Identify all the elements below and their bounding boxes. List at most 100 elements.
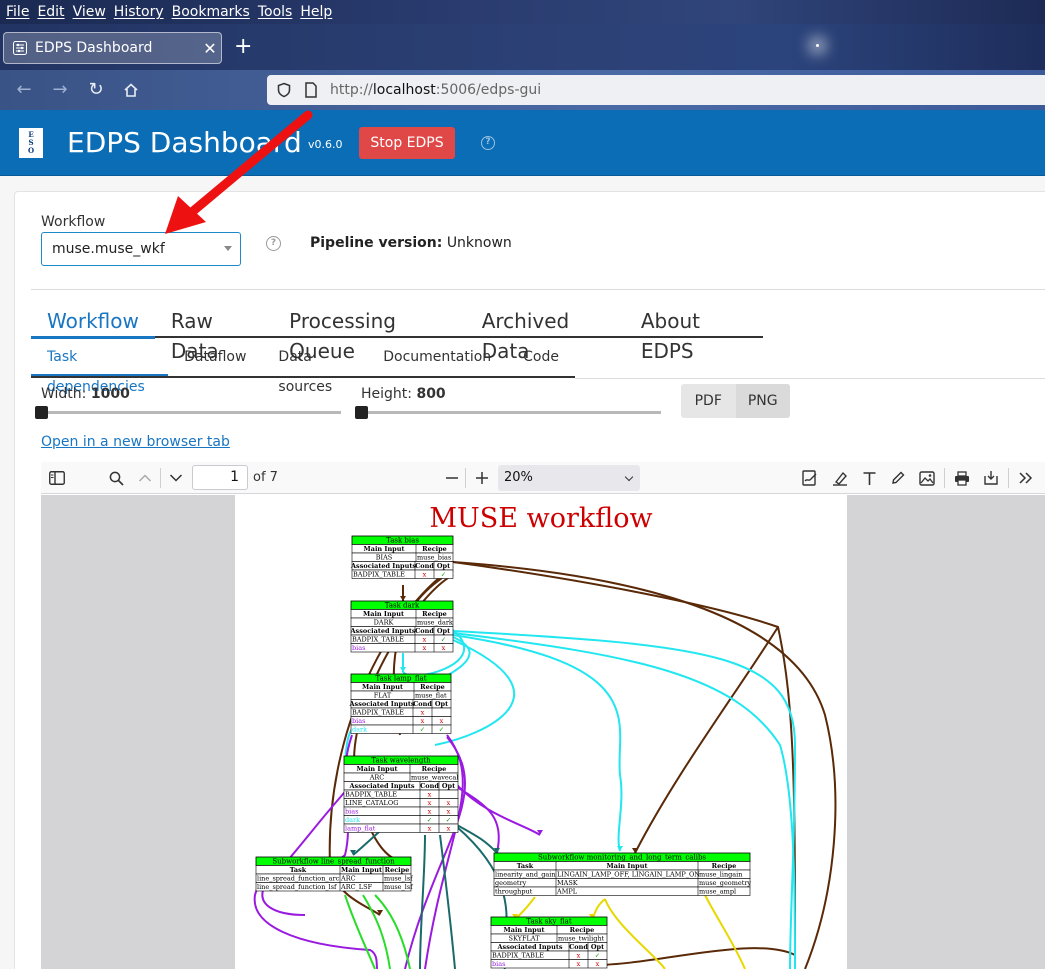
table-cell: muse_wavecal bbox=[411, 774, 458, 782]
browser-tab[interactable]: EDPS Dashboard ✕ bbox=[3, 32, 222, 64]
tab-raw-data[interactable]: Raw Data bbox=[155, 306, 273, 363]
table-cell: x bbox=[423, 644, 427, 652]
table-row bbox=[343, 815, 459, 825]
height-slider-thumb[interactable] bbox=[355, 406, 368, 419]
sub-tabs: Task dependencies Dataflow Data sources … bbox=[31, 342, 575, 395]
menu-tools[interactable]: Tools bbox=[254, 4, 297, 20]
toolbar-separator bbox=[944, 468, 945, 488]
table-cell: LINGAIN_LAMP_OFF, LINGAIN_LAMP_ON bbox=[557, 871, 700, 879]
diagram-edges bbox=[253, 561, 837, 969]
workflow-help-icon[interactable]: ? bbox=[266, 236, 281, 251]
new-tab-plus-icon[interactable]: + bbox=[234, 36, 252, 58]
table-cell: muse_dark bbox=[417, 619, 453, 627]
menu-edit[interactable]: Edit bbox=[33, 4, 68, 20]
table-cell: ARC_LSF bbox=[340, 883, 373, 891]
menu-bookmarks[interactable]: Bookmarks bbox=[168, 4, 254, 20]
subtab-code[interactable]: Code bbox=[507, 342, 575, 376]
zoom-out-icon[interactable] bbox=[443, 469, 461, 487]
task-node-lamp-flat: Task lamp_flatMain Input Recipe FLAT muse_f… bbox=[349, 673, 452, 734]
table-row bbox=[350, 716, 452, 726]
dependency-edge bbox=[452, 561, 796, 969]
draw-icon[interactable] bbox=[889, 469, 907, 487]
height-slider-track[interactable] bbox=[361, 411, 661, 414]
menu-view[interactable]: View bbox=[69, 4, 110, 20]
table-header-cell: Main Input bbox=[341, 866, 382, 874]
table-header-cell: Cond bbox=[420, 782, 439, 790]
previous-page-icon[interactable] bbox=[136, 469, 154, 487]
table-cell: line_spread_function_lsf bbox=[257, 883, 337, 891]
width-slider-track[interactable] bbox=[41, 411, 341, 414]
stop-edps-button[interactable]: Stop EDPS bbox=[359, 127, 455, 159]
table-cell: throughput bbox=[495, 888, 533, 896]
text-icon[interactable] bbox=[860, 469, 878, 487]
url-bar[interactable]: http://localhost:5006/edps-gui bbox=[267, 75, 1045, 105]
subtab-data-sources[interactable]: Data sources bbox=[262, 342, 367, 395]
table-header-cell: Recipe bbox=[420, 683, 445, 691]
table-cell: muse_lsf bbox=[384, 883, 413, 891]
table-cell: x bbox=[428, 825, 432, 833]
next-page-icon[interactable] bbox=[167, 469, 185, 487]
table-cell: ✓ bbox=[427, 816, 432, 824]
pdf-page: MUSE workflow Task bias Main Input Recipe B… bbox=[235, 495, 847, 969]
highlight-icon[interactable] bbox=[831, 469, 849, 487]
table-header-cell: Main Input bbox=[504, 926, 545, 934]
menu-history[interactable]: History bbox=[110, 4, 168, 20]
menu-file[interactable]: File bbox=[2, 4, 33, 20]
forward-arrow-icon[interactable]: → bbox=[48, 78, 72, 102]
width-slider-thumb[interactable] bbox=[35, 406, 48, 419]
add-image-icon[interactable] bbox=[918, 469, 936, 487]
table-header-cell: Associated Inputs bbox=[350, 562, 416, 570]
zoom-in-icon[interactable] bbox=[473, 469, 491, 487]
table-header-cell: Opt bbox=[435, 700, 448, 708]
add-signature-icon[interactable] bbox=[801, 469, 819, 487]
app-header: ESO EDPS Dashboard v0.6.0 Stop EDPS ? bbox=[0, 110, 1045, 176]
search-icon[interactable] bbox=[107, 469, 125, 487]
page-count: of 7 bbox=[253, 470, 278, 485]
png-button[interactable]: PNG bbox=[735, 384, 790, 418]
close-tab-icon[interactable]: ✕ bbox=[199, 39, 221, 58]
task-title: Task wavelength bbox=[371, 757, 431, 765]
table-cell: ✓ bbox=[441, 636, 446, 644]
diagram-title: MUSE workflow bbox=[429, 503, 652, 534]
subtab-documentation[interactable]: Documentation bbox=[367, 342, 507, 376]
tab-workflow[interactable]: Workflow bbox=[31, 306, 155, 339]
dependency-edge bbox=[634, 626, 779, 854]
more-tools-icon[interactable] bbox=[1017, 469, 1035, 487]
table-cell: linearity_and_gain bbox=[495, 871, 556, 879]
logo-text: ESO bbox=[27, 130, 35, 155]
menu-help[interactable]: Help bbox=[296, 4, 336, 20]
open-new-tab-link[interactable]: Open in a new browser tab bbox=[41, 434, 230, 450]
dependency-edge bbox=[704, 894, 746, 969]
subworkflow-title: Subworkflow monitoring_and_long_term_cal… bbox=[538, 854, 706, 862]
home-icon[interactable] bbox=[119, 78, 143, 102]
print-icon[interactable] bbox=[953, 469, 971, 487]
tab-archived-data[interactable]: Archived Data bbox=[466, 306, 625, 363]
back-arrow-icon[interactable]: ← bbox=[12, 78, 36, 102]
table-cell: LINE_CATALOG bbox=[345, 799, 398, 807]
workflow-select[interactable]: muse.muse_wkf bbox=[41, 232, 241, 266]
height-label: Height: 800 bbox=[361, 386, 446, 402]
task-title: Task bias bbox=[386, 537, 419, 545]
save-icon[interactable] bbox=[982, 469, 1000, 487]
shield-icon[interactable] bbox=[276, 82, 292, 98]
subtab-task-dependencies[interactable]: Task dependencies bbox=[31, 342, 169, 395]
subworkflow-node-line-spread-function: Subworkflow line_spread_functionTask Main… bbox=[255, 856, 413, 892]
pdf-viewer-area[interactable]: MUSE workflow Task bias Main Input Recipe B… bbox=[41, 495, 1045, 969]
table-header-cell: Opt bbox=[442, 782, 455, 790]
zoom-select[interactable]: 20% bbox=[498, 465, 640, 491]
page-number-input[interactable]: 1 bbox=[192, 465, 248, 490]
pdf-button[interactable]: PDF bbox=[681, 384, 736, 418]
tab-processing-queue[interactable]: Processing Queue bbox=[273, 306, 466, 363]
table-header-cell: Cond bbox=[413, 700, 432, 708]
subtab-dataflow[interactable]: Dataflow bbox=[168, 342, 262, 376]
table-row bbox=[343, 806, 459, 816]
table-row bbox=[490, 959, 608, 969]
table-header-cell: Main Input bbox=[357, 765, 398, 773]
tab-about-edps[interactable]: About EDPS bbox=[625, 306, 763, 363]
workflow-selected-value: muse.muse_wkf bbox=[52, 241, 165, 257]
reload-icon[interactable]: ↻ bbox=[84, 78, 108, 102]
sidebar-toggle-icon[interactable] bbox=[48, 469, 66, 487]
table-cell: muse_geometry bbox=[699, 879, 751, 887]
help-icon[interactable]: ? bbox=[481, 136, 495, 150]
task-title: Task dark bbox=[385, 602, 420, 610]
